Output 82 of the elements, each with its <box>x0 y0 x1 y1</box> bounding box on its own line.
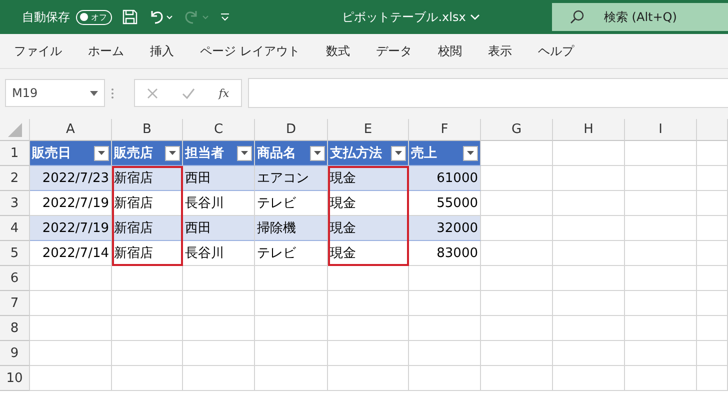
row-header[interactable]: 8 <box>0 316 30 341</box>
redo-icon[interactable] <box>184 9 210 25</box>
ribbon-tab[interactable]: 挿入 <box>150 42 186 60</box>
table-cell: 現金 <box>328 216 409 241</box>
table-cell: 新宿店 <box>112 216 183 241</box>
grip-icon <box>111 88 114 98</box>
table-cell: 掃除機 <box>255 216 328 241</box>
caret-icon <box>241 151 248 155</box>
column-header[interactable]: G <box>481 119 553 141</box>
filter-button[interactable] <box>391 146 406 160</box>
row-header[interactable]: 10 <box>0 366 30 391</box>
search-icon <box>570 10 584 24</box>
table-cell: 32000 <box>409 216 481 241</box>
table-cell: 2022/7/23 <box>30 166 112 191</box>
ribbon-tab[interactable]: ファイル <box>14 42 74 60</box>
autosave-label: 自動保存 <box>22 8 70 26</box>
column-header[interactable]: I <box>625 119 697 141</box>
dropdown-icon <box>90 90 98 96</box>
header-label: 支払方法 <box>330 144 382 162</box>
ribbon-tab[interactable]: 校閲 <box>438 42 474 60</box>
header-label: 商品名 <box>257 144 296 162</box>
column-header[interactable] <box>697 119 728 141</box>
row-header[interactable]: 7 <box>0 291 30 316</box>
ribbon-tab[interactable]: ページ レイアウト <box>200 42 312 60</box>
table-cell: 2022/7/19 <box>30 191 112 216</box>
table-cell: 61000 <box>409 166 481 191</box>
filter-button[interactable] <box>94 146 109 160</box>
file-name[interactable]: ピボットテーブル.xlsx <box>342 8 466 26</box>
ribbon-tab[interactable]: ヘルプ <box>538 42 586 60</box>
ribbon-tab[interactable]: データ <box>376 42 424 60</box>
header-label: 担当者 <box>185 145 224 162</box>
row-header[interactable]: 9 <box>0 341 30 366</box>
column-header[interactable]: D <box>255 119 328 141</box>
caret-icon <box>395 151 402 155</box>
table-cell: 長谷川 <box>183 191 255 216</box>
table-cell: エアコン <box>255 166 328 191</box>
customize-icon[interactable] <box>220 12 230 22</box>
filter-button[interactable] <box>237 146 252 160</box>
column-header[interactable]: A <box>30 119 112 141</box>
caret-icon <box>98 151 105 155</box>
table-cell: 長谷川 <box>183 241 255 266</box>
formula-field[interactable] <box>248 78 728 108</box>
chevron-icon[interactable] <box>470 14 480 20</box>
save-icon[interactable] <box>122 9 138 25</box>
select-all-icon[interactable] <box>8 122 22 136</box>
cancel-icon[interactable] <box>146 88 158 98</box>
caret-icon <box>314 151 321 155</box>
row-header[interactable]: 3 <box>0 191 30 216</box>
caret-icon <box>169 151 176 155</box>
header-label: 販売店 <box>114 144 153 162</box>
row-header[interactable]: 1 <box>0 141 30 166</box>
autosave-toggle[interactable]: オフ <box>76 10 112 24</box>
column-header[interactable]: H <box>553 119 625 141</box>
column-header[interactable]: F <box>409 119 481 141</box>
filter-button[interactable] <box>165 146 180 160</box>
row-header[interactable]: 4 <box>0 216 30 241</box>
insert-function-button[interactable]: fx <box>218 86 230 100</box>
ribbon-tab[interactable]: ホーム <box>88 42 136 60</box>
ribbon-tab[interactable]: 表示 <box>488 42 524 60</box>
row-header[interactable]: 6 <box>0 266 30 291</box>
table-cell: テレビ <box>255 241 328 266</box>
header-label: 売上 <box>411 145 437 162</box>
table-cell: 西田 <box>183 216 255 241</box>
caret-icon <box>467 151 474 155</box>
table-cell: テレビ <box>255 191 328 216</box>
filter-button[interactable] <box>463 146 478 160</box>
table-cell: 2022/7/19 <box>30 216 112 241</box>
column-header[interactable]: B <box>112 119 183 141</box>
check-icon[interactable] <box>182 88 195 98</box>
table-cell: 2022/7/14 <box>30 241 112 266</box>
column-header[interactable]: C <box>183 119 255 141</box>
column-header[interactable]: E <box>328 119 409 141</box>
ribbon-tab[interactable]: 数式 <box>326 42 362 60</box>
table-cell: 55000 <box>409 191 481 216</box>
row-header[interactable]: 5 <box>0 241 30 266</box>
filter-button[interactable] <box>310 146 325 160</box>
table-cell: 83000 <box>409 241 481 266</box>
row-header[interactable]: 2 <box>0 166 30 191</box>
search-field[interactable]: 検索 (Alt+Q) <box>552 3 728 31</box>
header-label: 販売日 <box>32 145 71 162</box>
table-cell: 西田 <box>183 166 255 191</box>
name-box[interactable]: M19 <box>5 79 105 107</box>
